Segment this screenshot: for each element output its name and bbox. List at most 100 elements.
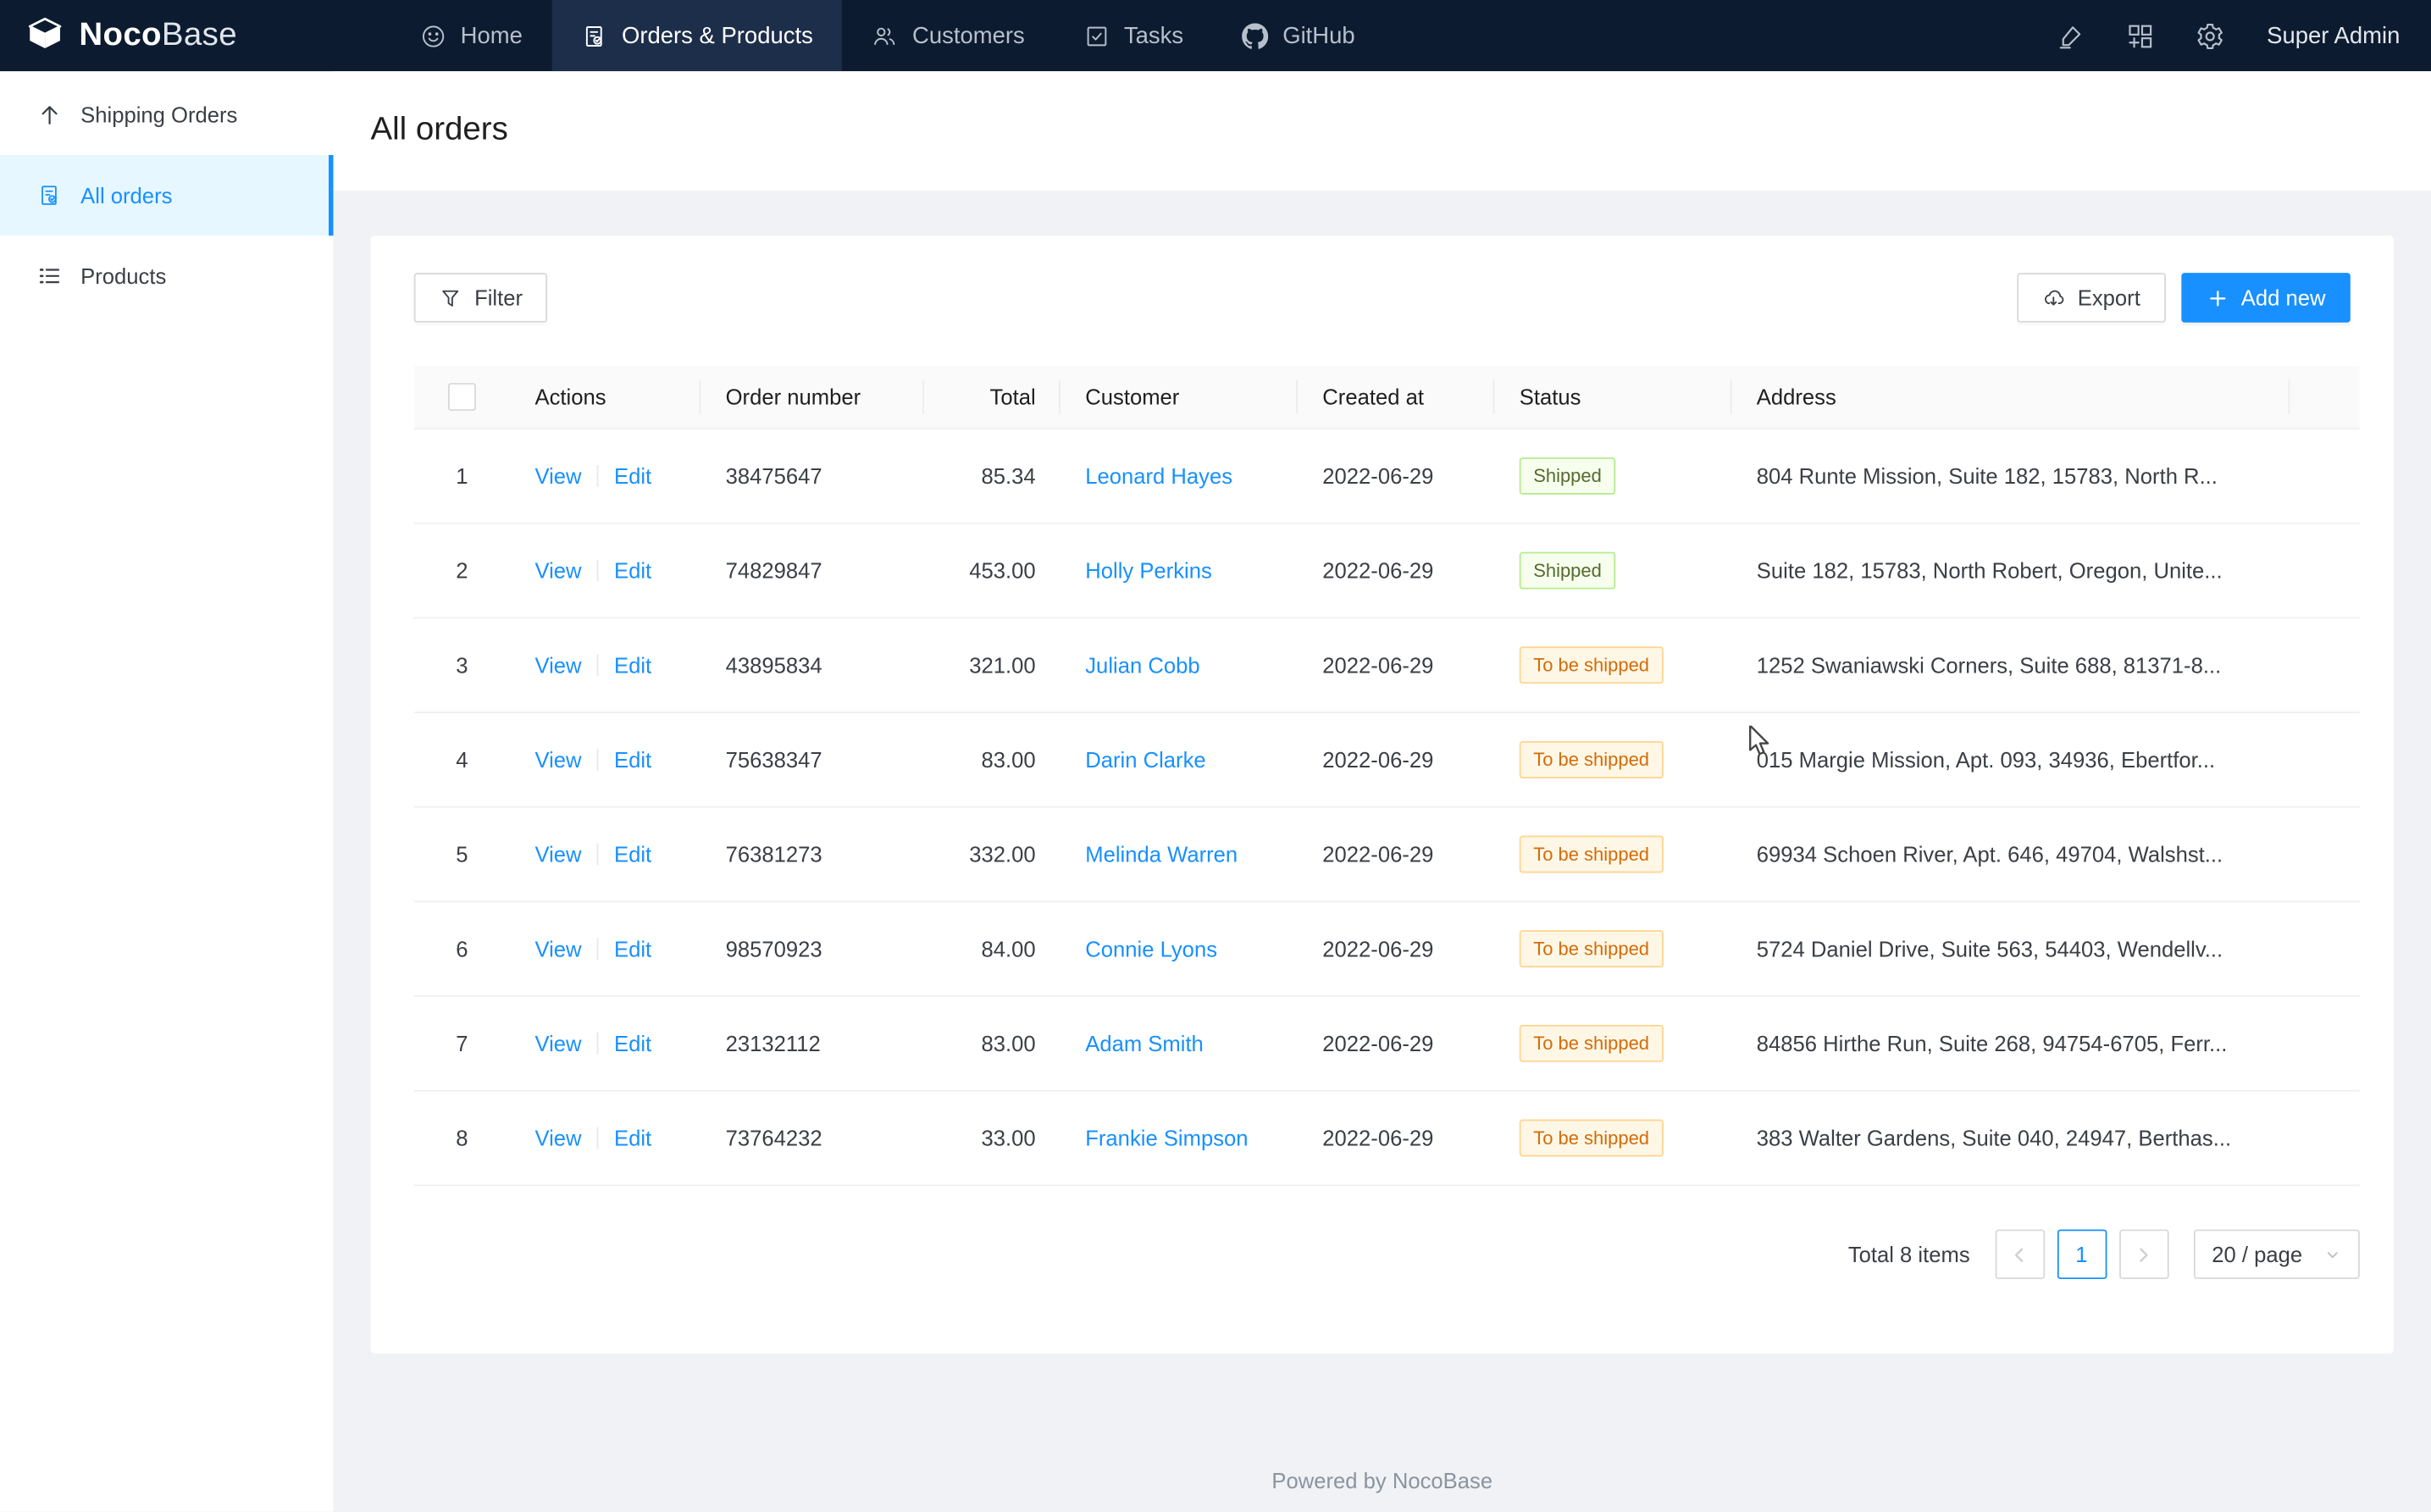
edit-link[interactable]: Edit — [614, 558, 651, 583]
row-actions-cell: View Edit — [510, 429, 701, 524]
nocobase-logo[interactable]: NocoBase — [0, 0, 335, 71]
row-empty-cell — [2290, 713, 2359, 808]
nav-item-customers[interactable]: Customers — [843, 0, 1055, 71]
nav-item-label: Tasks — [1124, 23, 1183, 49]
sidebar-item-all-orders[interactable]: All orders — [0, 155, 334, 235]
address-cell: Suite 182, 15783, North Robert, Oregon, … — [1732, 524, 2290, 619]
filter-button[interactable]: Filter — [414, 273, 548, 323]
order-number: 23132112 — [726, 1031, 821, 1055]
column-header-created: Created at — [1298, 366, 1494, 429]
nav-item-github[interactable]: GitHub — [1213, 0, 1385, 71]
row-index: 7 — [456, 1031, 468, 1055]
order-number: 38475647 — [726, 463, 822, 488]
customer-cell: Holly Perkins — [1060, 524, 1298, 619]
header-select-all-cell — [414, 366, 510, 429]
user-menu[interactable]: Super Admin — [2267, 23, 2400, 49]
sidebar-item-label: All orders — [80, 183, 172, 208]
customer-link[interactable]: Julian Cobb — [1085, 653, 1199, 678]
address-text: 5724 Daniel Drive, Suite 563, 54403, Wen… — [1757, 937, 2223, 961]
view-link[interactable]: View — [534, 463, 581, 488]
created-at-cell: 2022-06-29 — [1298, 524, 1494, 619]
edit-link[interactable]: Edit — [614, 1031, 651, 1055]
nav-item-tasks[interactable]: Tasks — [1055, 0, 1213, 71]
customer-link[interactable]: Melinda Warren — [1085, 842, 1238, 867]
orders-card: Filter Export Add — [370, 235, 2394, 1354]
customer-link[interactable]: Adam Smith — [1085, 1031, 1204, 1055]
status-badge: To be shipped — [1520, 1025, 1664, 1062]
customer-link[interactable]: Connie Lyons — [1085, 937, 1217, 961]
column-header-address: Address — [1732, 366, 2290, 429]
sidebar-item-products[interactable]: Products — [0, 235, 334, 316]
row-index-cell: 6 — [414, 902, 510, 997]
top-navbar: NocoBase HomeOrders & ProductsCustomers T… — [0, 0, 2431, 71]
customer-link[interactable]: Holly Perkins — [1085, 558, 1212, 583]
status-cell: To be shipped — [1494, 1092, 1731, 1187]
created-at: 2022-06-29 — [1322, 653, 1433, 678]
edit-link[interactable]: Edit — [614, 653, 651, 678]
pagination-prev-button[interactable] — [1995, 1229, 2045, 1279]
page-size-select[interactable]: 20 / page — [2193, 1229, 2360, 1279]
created-at: 2022-06-29 — [1322, 937, 1433, 961]
address-cell: 84856 Hirthe Run, Suite 268, 94754-6705,… — [1732, 997, 2290, 1092]
customer-link[interactable]: Leonard Hayes — [1085, 463, 1232, 488]
nav-item-orders-products[interactable]: Orders & Products — [552, 0, 843, 71]
app-window: NocoBase HomeOrders & ProductsCustomers T… — [0, 0, 2431, 1512]
pagination-page-1-button[interactable]: 1 — [2057, 1229, 2107, 1279]
order-number-cell: 75638347 — [701, 713, 924, 808]
column-header-order: Order number — [701, 366, 924, 429]
action-divider — [597, 654, 599, 676]
view-link[interactable]: View — [534, 1031, 581, 1055]
view-link[interactable]: View — [534, 1126, 581, 1150]
row-index: 5 — [456, 842, 468, 867]
view-link[interactable]: View — [534, 653, 581, 678]
pagination-next-button[interactable] — [2118, 1229, 2168, 1279]
row-index-cell: 2 — [414, 524, 510, 619]
table-header: ActionsOrder numberTotalCustomerCreated … — [414, 366, 2360, 429]
edit-link[interactable]: Edit — [614, 842, 651, 867]
action-divider — [597, 465, 599, 487]
customer-link[interactable]: Darin Clarke — [1085, 747, 1205, 772]
created-at: 2022-06-29 — [1322, 463, 1433, 488]
table-row: 1 View Edit 38475647 85.34 Leonard Hayes 2022-… — [414, 429, 2360, 524]
ui-editor-blocks-icon[interactable] — [2112, 12, 2169, 60]
select-all-checkbox[interactable] — [448, 383, 476, 411]
edit-link[interactable]: Edit — [614, 463, 651, 488]
export-button[interactable]: Export — [2017, 273, 2165, 323]
edit-link[interactable]: Edit — [614, 747, 651, 772]
edit-link[interactable]: Edit — [614, 1126, 651, 1150]
customer-cell: Connie Lyons — [1060, 902, 1298, 997]
status-cell: To be shipped — [1494, 618, 1731, 713]
view-link[interactable]: View — [534, 842, 581, 867]
sidebar-item-shipping-orders[interactable]: Shipping Orders — [0, 75, 334, 155]
settings-gear-icon[interactable] — [2182, 12, 2240, 60]
view-link[interactable]: View — [534, 937, 581, 961]
status-cell: To be shipped — [1494, 808, 1731, 903]
add-new-button[interactable]: Add new — [2180, 273, 2350, 323]
page-title: All orders — [370, 108, 2394, 152]
powered-by-footer: Powered by NocoBase — [370, 1468, 2394, 1493]
column-header-total: Total — [924, 366, 1060, 429]
customer-link[interactable]: Frankie Simpson — [1085, 1126, 1248, 1150]
view-link[interactable]: View — [534, 558, 581, 583]
highlighter-icon[interactable] — [2042, 12, 2100, 60]
row-empty-cell — [2290, 429, 2359, 524]
row-index: 3 — [456, 653, 468, 678]
plus-icon — [2206, 286, 2229, 309]
nav-item-home[interactable]: Home — [390, 0, 551, 71]
customer-cell: Melinda Warren — [1060, 808, 1298, 903]
address-cell: 383 Walter Gardens, Suite 040, 24947, Be… — [1732, 1092, 2290, 1187]
arrow-up-icon — [37, 102, 62, 127]
chevron-right-icon — [2134, 1244, 2154, 1265]
filter-funnel-icon — [439, 286, 462, 309]
list-icon — [37, 263, 62, 288]
toolbar-right: Export Add new — [2017, 273, 2350, 323]
total-value: 85.34 — [982, 463, 1036, 488]
row-index: 2 — [456, 558, 468, 583]
total-cell: 453.00 — [924, 524, 1060, 619]
view-link[interactable]: View — [534, 747, 581, 772]
total-cell: 332.00 — [924, 808, 1060, 903]
row-index: 1 — [456, 463, 468, 488]
edit-link[interactable]: Edit — [614, 937, 651, 961]
address-text: 804 Runte Mission, Suite 182, 15783, Nor… — [1757, 463, 2218, 488]
created-at-cell: 2022-06-29 — [1298, 713, 1494, 808]
